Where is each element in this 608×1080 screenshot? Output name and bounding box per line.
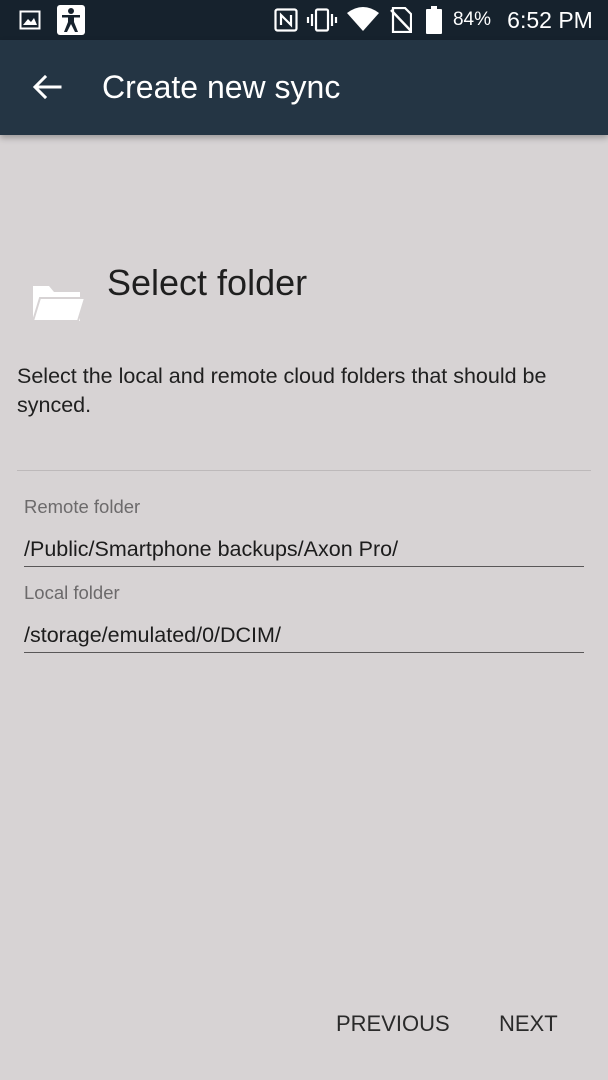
arrow-left-icon bbox=[32, 74, 62, 100]
back-button[interactable] bbox=[22, 62, 72, 112]
app-bar: Create new sync bbox=[0, 40, 608, 135]
nfc-icon bbox=[273, 0, 299, 40]
local-folder-field[interactable]: /storage/emulated/0/DCIM/ bbox=[24, 618, 584, 653]
page-title: Create new sync bbox=[102, 69, 341, 105]
clock: 6:52 PM bbox=[507, 6, 593, 33]
previous-button[interactable]: PREVIOUS bbox=[336, 1003, 450, 1045]
wifi-icon bbox=[345, 0, 381, 40]
remote-folder-label: Remote folder bbox=[24, 496, 141, 517]
local-folder-label: Local folder bbox=[24, 582, 120, 603]
next-button[interactable]: NEXT bbox=[499, 1003, 558, 1045]
remote-folder-field[interactable]: /Public/Smartphone backups/Axon Pro/ bbox=[24, 532, 584, 567]
battery-percent: 84% bbox=[452, 9, 492, 30]
divider bbox=[17, 470, 591, 471]
vibrate-icon bbox=[305, 0, 339, 40]
folder-open-icon bbox=[30, 280, 87, 324]
no-sim-icon bbox=[388, 0, 414, 40]
status-bar: 84% 6:52 PM bbox=[0, 0, 608, 40]
accessibility-icon bbox=[56, 0, 86, 40]
step-title: Select folder bbox=[107, 262, 308, 303]
battery-icon bbox=[424, 0, 444, 40]
step-description: Select the local and remote cloud folder… bbox=[17, 364, 547, 417]
image-icon bbox=[18, 0, 42, 40]
